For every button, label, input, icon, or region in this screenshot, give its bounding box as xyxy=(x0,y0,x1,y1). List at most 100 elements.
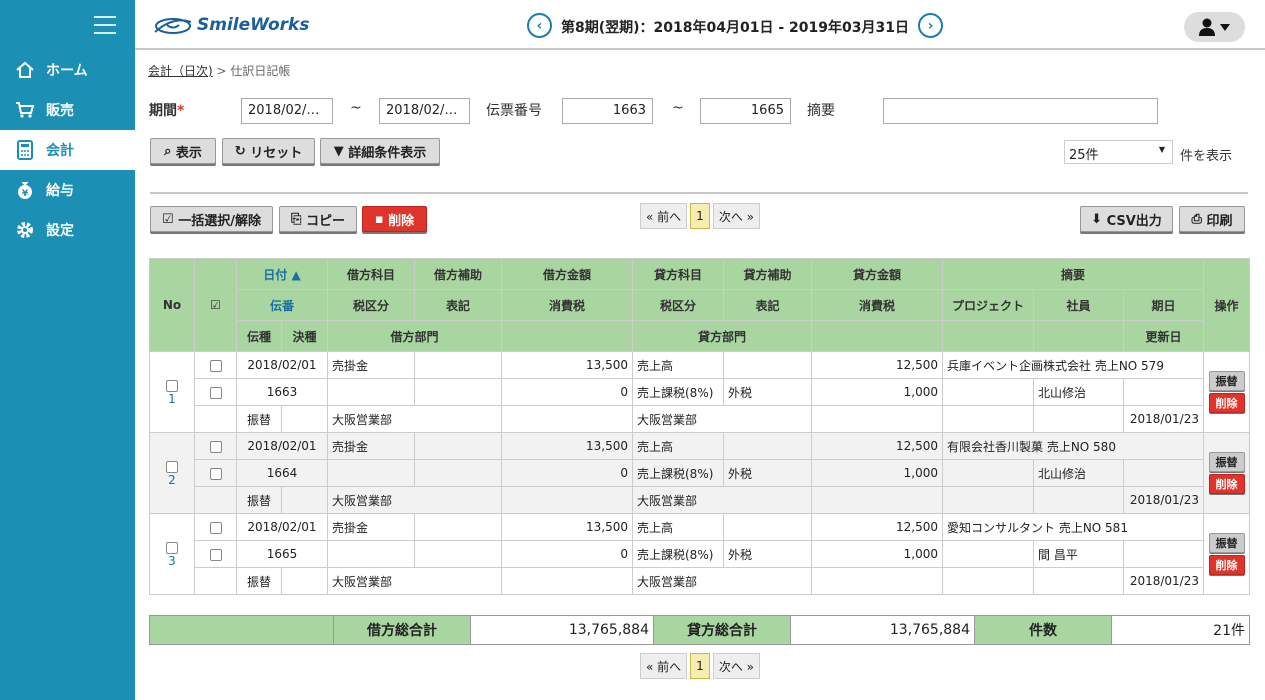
line-checkbox[interactable] xyxy=(209,467,222,480)
period-next-button[interactable]: › xyxy=(918,13,943,38)
debit-dept-cell: 大阪営業部 xyxy=(327,486,502,514)
line-checkbox[interactable] xyxy=(209,386,222,399)
debit-amount-cell: 13,500 xyxy=(501,351,633,379)
blank-cell xyxy=(194,405,237,433)
settle-cell xyxy=(281,567,328,595)
period-text: 第8期(翌期)：2018年04月01日 - 2019年03月31日 xyxy=(561,20,909,36)
date-range-tilde: ~ xyxy=(350,100,362,116)
detail-conditions-button[interactable]: ▼ 詳細条件表示 xyxy=(320,138,440,164)
brand-name: SmileWorks xyxy=(197,15,310,35)
line-checkbox[interactable] xyxy=(209,359,222,372)
memo-input[interactable] xyxy=(883,98,1158,124)
debit-tax-cell xyxy=(327,459,415,487)
sidebar: ホーム 販売 会計 ¥ 給与 設定 xyxy=(0,0,135,700)
header-blank-4 xyxy=(1033,320,1124,352)
row-delete-button[interactable]: 削除 xyxy=(1208,555,1245,575)
pager-next[interactable]: 次へ » xyxy=(712,203,760,229)
delete-button[interactable]: ▪ 削除 xyxy=(362,206,427,232)
date-cell: 2018/02/01 xyxy=(236,432,328,460)
credit-note-cell: 外税 xyxy=(723,540,812,568)
header: SmileWorks ‹ 第8期(翌期)：2018年04月01日 - 2019年… xyxy=(135,0,1265,50)
debit-note-cell xyxy=(414,378,502,406)
pager-prev[interactable]: « 前へ xyxy=(640,653,688,679)
operation-cell: 振替 削除 xyxy=(1203,513,1250,595)
credit-tax-amount-cell: 1,000 xyxy=(811,459,943,487)
credit-sub-cell xyxy=(723,351,812,379)
row-number-cell: 2 xyxy=(149,432,195,514)
logo[interactable]: SmileWorks xyxy=(153,14,309,36)
svg-text:¥: ¥ xyxy=(22,189,29,199)
copy-button[interactable]: ⎘ コピー xyxy=(279,206,357,232)
memo-cell: 有限会社香川製菓 売上NO 580 xyxy=(942,432,1204,460)
pager-page[interactable]: 1 xyxy=(690,203,710,229)
breadcrumb-parent-link[interactable]: 会計（日次) xyxy=(148,64,213,78)
line-check-cell xyxy=(194,351,237,379)
project-cell xyxy=(942,378,1034,406)
bulk-select-button[interactable]: ☑ 一括選択/解除 xyxy=(150,206,273,232)
header-date-sort[interactable]: 日付 ▲ xyxy=(236,258,328,290)
pager-next[interactable]: 次へ » xyxy=(712,653,760,679)
blank-cell xyxy=(1033,405,1124,433)
user-menu-button[interactable] xyxy=(1184,12,1245,42)
nav-sales[interactable]: 販売 xyxy=(0,90,135,130)
slip-number-cell: 1665 xyxy=(236,540,328,568)
row-number-link[interactable]: 2 xyxy=(168,473,176,487)
transfer-button[interactable]: 振替 xyxy=(1208,533,1245,553)
pager-prev[interactable]: « 前へ xyxy=(640,203,688,229)
print-button[interactable]: ⎙ 印刷 xyxy=(1179,206,1245,232)
updated-cell: 2018/01/23 xyxy=(1123,405,1204,433)
transfer-button[interactable]: 振替 xyxy=(1208,452,1245,472)
credit-total-value: 13,765,884 xyxy=(790,615,975,645)
row-delete-button[interactable]: 削除 xyxy=(1208,474,1245,494)
pager-page[interactable]: 1 xyxy=(690,653,710,679)
slip-to-input[interactable]: 1665 xyxy=(700,98,791,124)
staff-cell: 北山修治 xyxy=(1033,459,1124,487)
nav-accounting[interactable]: 会計 xyxy=(0,130,135,170)
row-delete-button[interactable]: 削除 xyxy=(1208,393,1245,413)
menu-icon[interactable] xyxy=(94,16,116,34)
date-to-input[interactable]: 2018/02/… xyxy=(379,98,470,124)
line-check-cell xyxy=(194,540,237,568)
page-size-select[interactable]: 25件 ▼ xyxy=(1064,140,1173,164)
show-button[interactable]: ⌕ 表示 xyxy=(150,138,216,164)
date-from-input[interactable]: 2018/02/… xyxy=(241,98,333,124)
date-cell: 2018/02/01 xyxy=(236,513,328,541)
credit-tax-cell: 売上課税(8%) xyxy=(632,540,724,568)
table-row: 3 2018/02/01 売掛金 13,500 売上高 12,500 愛知コンサ… xyxy=(149,513,1250,595)
row-checkbox[interactable] xyxy=(166,379,178,392)
nav-settings-label: 設定 xyxy=(46,223,74,239)
slip-from-input[interactable]: 1663 xyxy=(562,98,653,124)
period-prev-button[interactable]: ‹ xyxy=(527,13,552,38)
header-check[interactable]: ☑ xyxy=(194,258,237,352)
nav-home[interactable]: ホーム xyxy=(0,50,135,90)
reset-button[interactable]: ↻ リセット xyxy=(222,138,315,164)
slip-type-cell: 振替 xyxy=(236,567,282,595)
smileworks-logo-icon xyxy=(154,18,192,34)
debit-tax-cell xyxy=(327,540,415,568)
nav-payroll[interactable]: ¥ 給与 xyxy=(0,170,135,210)
header-no: No xyxy=(149,258,195,352)
credit-tax-amount-cell: 1,000 xyxy=(811,540,943,568)
line-checkbox[interactable] xyxy=(209,440,222,453)
row-number-link[interactable]: 1 xyxy=(168,392,176,406)
line-check-cell xyxy=(194,432,237,460)
header-slip-no[interactable]: 伝番 xyxy=(236,289,328,321)
transfer-button[interactable]: 振替 xyxy=(1208,371,1245,391)
blank-cell xyxy=(811,567,943,595)
row-checkbox[interactable] xyxy=(166,541,178,554)
row-checkbox[interactable] xyxy=(166,460,178,473)
table-row: 振替 大阪営業部 大阪営業部 2018/01/23 xyxy=(150,567,1250,595)
page-size-suffix: 件を表示 xyxy=(1180,149,1233,164)
debit-note-cell xyxy=(414,540,502,568)
row-number-link[interactable]: 3 xyxy=(168,554,176,568)
line-checkbox[interactable] xyxy=(209,521,222,534)
csv-export-button[interactable]: ⬇ CSV出力 xyxy=(1080,206,1173,232)
nav-settings[interactable]: 設定 xyxy=(0,210,135,250)
credit-account-cell: 売上高 xyxy=(632,513,724,541)
cart-icon xyxy=(14,99,36,121)
trash-icon: ▪ xyxy=(374,211,389,227)
line-checkbox[interactable] xyxy=(209,548,222,561)
project-cell xyxy=(942,540,1034,568)
header-debit-tax: 税区分 xyxy=(327,289,415,321)
user-icon xyxy=(1198,18,1230,36)
